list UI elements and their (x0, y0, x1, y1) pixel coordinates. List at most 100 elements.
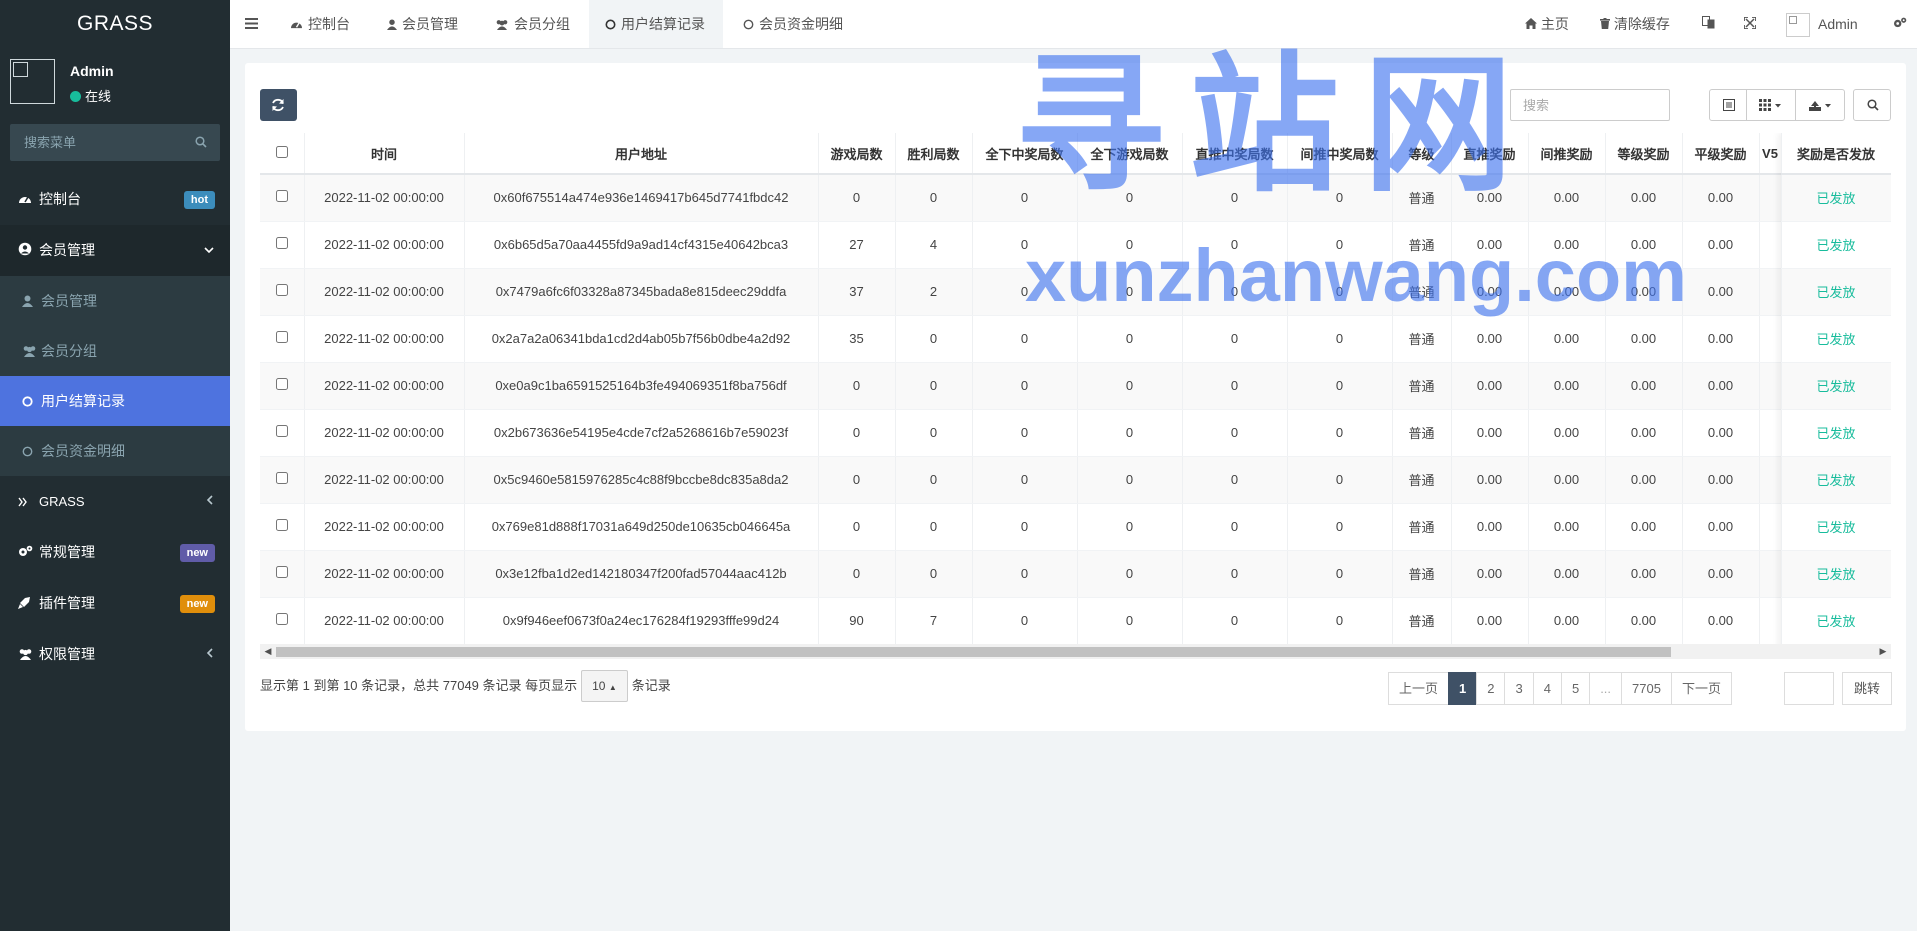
column-header[interactable]: V5 (1759, 133, 1782, 175)
table-row[interactable]: 2022-11-02 00:00:00 0x3e12fba1d2ed1421803… (260, 550, 1891, 598)
column-header[interactable]: 直推奖励 (1451, 133, 1529, 175)
status-cell: 已发放 (1781, 221, 1891, 269)
toggle-view-button[interactable] (1709, 89, 1747, 121)
table-cell: 0 (818, 550, 896, 598)
online-dot-icon (70, 91, 81, 102)
search-icon[interactable] (195, 136, 207, 151)
column-header[interactable]: 胜利局数 (895, 133, 973, 175)
row-checkbox[interactable] (275, 425, 288, 437)
table-cell: 0 (1182, 315, 1288, 363)
row-checkbox[interactable] (275, 190, 288, 203)
column-header[interactable]: 奖励是否发放 (1781, 133, 1891, 175)
sidebar-subitem-fund-details[interactable]: 会员资金明细 (0, 426, 230, 476)
row-checkbox[interactable] (275, 613, 288, 625)
sidebar-subitem-label: 会员管理 (41, 293, 97, 309)
fullscreen-button[interactable] (1743, 0, 1757, 48)
row-select-cell (260, 456, 305, 504)
jump-button[interactable]: 跳转 (1842, 672, 1892, 705)
column-header[interactable]: 用户地址 (464, 133, 819, 175)
jump-page-input[interactable] (1784, 672, 1834, 705)
settings-button[interactable] (1893, 0, 1907, 48)
column-header[interactable]: 全下游戏局数 (1077, 133, 1183, 175)
column-header[interactable]: 时间 (304, 133, 465, 175)
menu-search-input[interactable] (10, 124, 220, 161)
column-header[interactable]: 等级 (1392, 133, 1452, 175)
refresh-button[interactable] (260, 89, 297, 121)
user-status-label: 在线 (85, 89, 112, 104)
page-button[interactable]: 1 (1448, 672, 1478, 705)
column-header[interactable]: 等级奖励 (1605, 133, 1683, 175)
page-size-select[interactable]: 10 ▲ (581, 670, 628, 702)
table-row[interactable]: 2022-11-02 00:00:00 0x2a7a2a06341bda1cd2d… (260, 315, 1891, 363)
table-search (1510, 89, 1670, 121)
column-header[interactable]: 平级奖励 (1682, 133, 1760, 175)
table-row[interactable]: 2022-11-02 00:00:00 0x6b65d5a70aa4455fd9a… (260, 221, 1891, 269)
table-cell: 0.00 (1528, 456, 1606, 504)
tab-fund-details[interactable]: 会员资金明细 (735, 0, 851, 48)
column-header[interactable]: 间推中奖局数 (1287, 133, 1393, 175)
column-header[interactable]: 间推奖励 (1528, 133, 1606, 175)
app-logo[interactable]: GRASS (0, 0, 230, 49)
page-button[interactable]: 4 (1532, 672, 1562, 705)
scroll-right-icon[interactable]: ▶ (1875, 644, 1891, 659)
table-row[interactable]: 2022-11-02 00:00:00 0x5c9460e5815976285c4… (260, 456, 1891, 504)
scrollbar-thumb[interactable] (276, 647, 1671, 657)
tab-members[interactable]: 会员管理 (379, 0, 466, 48)
table-cell: 普通 (1392, 597, 1452, 645)
clear-cache-button[interactable]: 清除缓存 (1600, 0, 1670, 48)
columns-button[interactable] (1746, 89, 1796, 121)
column-header[interactable]: 游戏局数 (818, 133, 896, 175)
tab-settlement-records[interactable]: 用户结算记录 (589, 0, 723, 48)
table-cell: 普通 (1392, 456, 1452, 504)
table-cell: 0x3e12fba1d2ed142180347f200fad57044aac41… (464, 550, 819, 598)
sidebar-item-grass[interactable]: GRASS (0, 476, 230, 527)
table-row[interactable]: 2022-11-02 00:00:00 0x2b673636e54195e4cde… (260, 409, 1891, 457)
sidebar-item-members[interactable]: 会员管理 (0, 225, 230, 276)
page-button[interactable]: 7705 (1621, 672, 1672, 705)
row-checkbox[interactable] (275, 519, 288, 531)
scroll-left-icon[interactable]: ◀ (260, 644, 276, 659)
page-button[interactable]: 2 (1476, 672, 1506, 705)
row-checkbox[interactable] (275, 331, 288, 343)
table-row[interactable]: 2022-11-02 00:00:00 0x7479a6fc6f03328a873… (260, 268, 1891, 316)
sidebar-item-dashboard[interactable]: 控制台 hot (0, 174, 230, 225)
row-checkbox[interactable] (275, 566, 288, 578)
prev-page-button[interactable]: 上一页 (1388, 672, 1450, 705)
tab-dashboard[interactable]: 控制台 (282, 0, 358, 48)
export-button[interactable] (1795, 89, 1845, 121)
table-search-input[interactable] (1511, 90, 1669, 120)
sidebar-item-plugins[interactable]: 插件管理 new (0, 578, 230, 629)
sidebar-item-general[interactable]: 常规管理 new (0, 527, 230, 578)
translate-button[interactable] (1702, 0, 1715, 48)
home-link[interactable]: 主页 (1525, 0, 1569, 48)
select-all-cell (260, 133, 305, 175)
select-all-checkbox[interactable] (275, 145, 288, 158)
table-cell: 0 (1182, 409, 1288, 457)
page-button[interactable]: 3 (1504, 672, 1534, 705)
row-checkbox[interactable] (275, 472, 288, 484)
table-row[interactable]: 2022-11-02 00:00:00 0x9f946eef0673f0a24ec… (260, 597, 1891, 645)
row-checkbox[interactable] (275, 378, 288, 390)
page-button[interactable]: 5 (1560, 672, 1591, 705)
sidebar-item-permissions[interactable]: 权限管理 (0, 629, 230, 680)
row-checkbox[interactable] (275, 284, 288, 296)
table-cell: 普通 (1392, 550, 1452, 598)
sidebar-toggle-button[interactable] (245, 0, 258, 48)
horizontal-scrollbar[interactable]: ◀ ▶ (260, 644, 1891, 659)
search-button[interactable] (1853, 89, 1891, 121)
column-header[interactable]: 直推中奖局数 (1182, 133, 1288, 175)
sidebar-subitem-settlement-records[interactable]: 用户结算记录 (0, 376, 230, 426)
table-row[interactable]: 2022-11-02 00:00:00 0xe0a9c1ba6591525164b… (260, 362, 1891, 410)
row-checkbox[interactable] (275, 237, 288, 249)
admin-menu[interactable]: Admin (1786, 0, 1858, 48)
table-row[interactable]: 2022-11-02 00:00:00 0x60f675514a474e936e1… (260, 174, 1891, 222)
sidebar-subitem-member-group[interactable]: 会员分组 (0, 326, 230, 376)
column-header[interactable]: 全下中奖局数 (972, 133, 1078, 175)
sidebar-subitem-member-manage[interactable]: 会员管理 (0, 276, 230, 326)
table-row[interactable]: 2022-11-02 00:00:00 0x769e81d888f17031a64… (260, 503, 1891, 551)
table-cell: 2022-11-02 00:00:00 (304, 174, 465, 222)
next-page-button[interactable]: 下一页 (1670, 672, 1732, 705)
tab-member-group[interactable]: 会员分组 (487, 0, 578, 48)
new-badge: new (179, 595, 215, 613)
tab-label: 会员资金明细 (759, 16, 843, 32)
